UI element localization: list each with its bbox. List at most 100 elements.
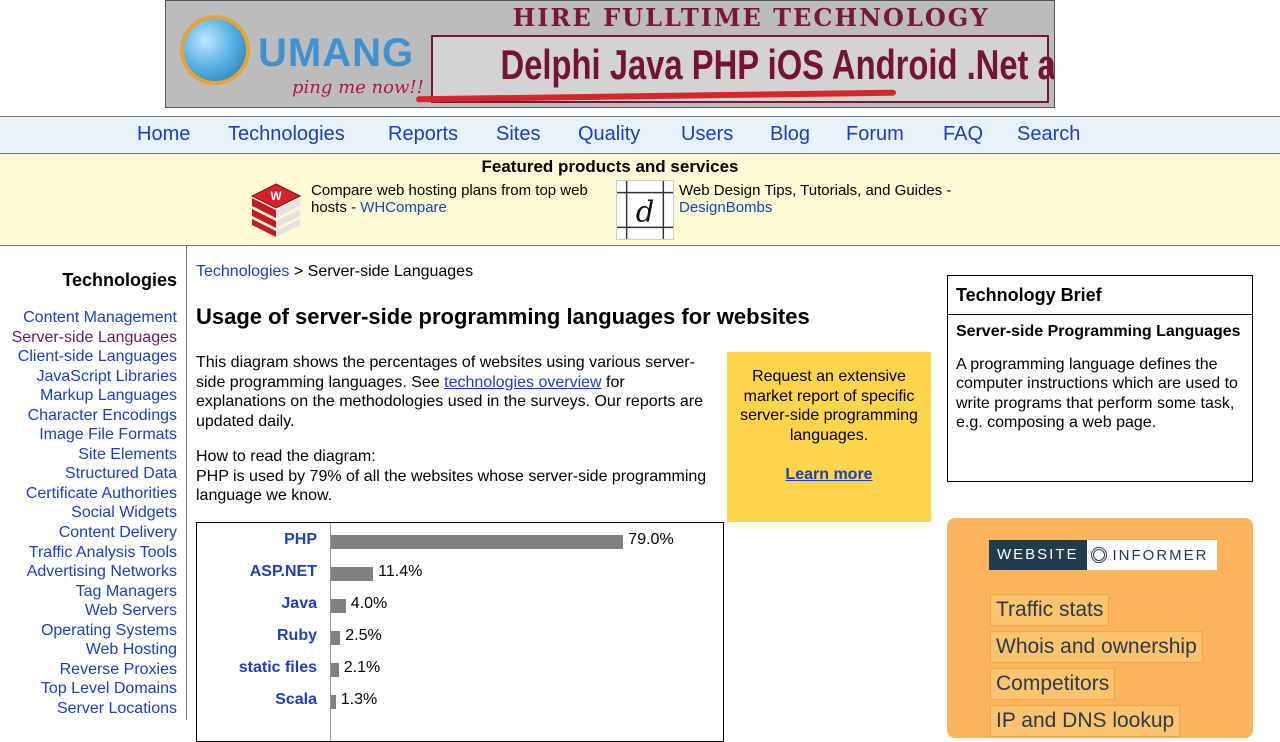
featured-item-whcompare: Compare web hosting plans from top web h… [311,182,601,216]
learn-more-link[interactable]: Learn more [737,465,921,485]
sidebar-link[interactable]: Social Widgets [71,504,177,521]
svg-text:W: W [270,189,282,203]
chart-category-label[interactable]: Java [281,595,317,613]
sidebar-item-social-widgets: Social Widgets [12,503,177,523]
chart-value-label: 79.0% [628,531,674,548]
sidebar-item-client-side-languages: Client-side Languages [12,347,177,367]
informer-competitors[interactable]: Competitors [990,668,1116,700]
sidebar-link[interactable]: Content Management [23,309,177,326]
chart-value-label: 2.1% [343,659,381,676]
sidebar-item-server-locations: Server Locations [12,699,177,719]
sidebar-link[interactable]: Web Hosting [86,641,177,658]
brief-title: Technology Brief [948,276,1252,315]
main-nav: Home Technologies Reports Sites Quality … [0,116,1280,154]
whcompare-link[interactable]: WHCompare [360,199,447,216]
sidebar-item-certificate-authorities: Certificate Authorities [12,484,177,504]
sidebar-item-operating-systems: Operating Systems [12,621,177,641]
chart-bar [331,599,346,613]
chart-category-label[interactable]: PHP [284,531,317,549]
nav-reports[interactable]: Reports [388,123,458,146]
nav-home[interactable]: Home [137,123,190,146]
sidebar-link[interactable]: Top Level Domains [41,680,177,697]
chart-value-label: 4.0% [350,595,388,612]
sidebar-link-active[interactable]: Server-side Languages [12,329,177,346]
technologies-overview-link[interactable]: technologies overview [444,374,601,391]
nav-quality[interactable]: Quality [578,123,640,146]
brief-text: A programming language defines the compu… [956,355,1238,432]
sidebar-link[interactable]: Web Servers [85,602,177,619]
sidebar-link[interactable]: Structured Data [65,465,177,482]
logo-left-text: WEBSITE [989,540,1087,570]
nav-sites[interactable]: Sites [496,123,540,146]
chart-category-label[interactable]: ASP.NET [250,563,317,581]
ad-banner[interactable]: UMANG ping me now!! HIRE FULLTIME TECHNO… [165,0,1055,108]
sidebar-link[interactable]: Content Delivery [59,524,177,541]
designbombs-link[interactable]: DesignBombs [679,199,772,216]
breadcrumb-current: Server-side Languages [307,263,474,280]
breadcrumb-technologies-link[interactable]: Technologies [196,263,289,280]
nav-blog[interactable]: Blog [770,123,810,146]
svg-text:d: d [636,195,655,229]
brief-subtitle: Server-side Programming Languages [956,323,1241,340]
nav-faq[interactable]: FAQ [943,123,983,146]
whcompare-stack-icon[interactable]: W [250,182,302,238]
sidebar-title: Technologies [62,270,177,290]
sidebar-item-reverse-proxies: Reverse Proxies [12,660,177,680]
sidebar-item-structured-data: Structured Data [12,464,177,484]
market-report-text: Request an extensive market report of sp… [740,368,918,444]
sidebar-link[interactable]: Character Encodings [28,407,177,424]
banner-technologies: Delphi Java PHP iOS Android .Net and mor… [500,41,1055,88]
technology-brief: Technology Brief Server-side Programming… [947,275,1253,482]
designbombs-d-icon[interactable]: d [616,180,674,240]
sidebar-link[interactable]: Certificate Authorities [26,485,177,502]
featured-item-text: Compare web hosting plans from top web h… [311,182,588,216]
chart-bar [331,567,374,581]
nav-users[interactable]: Users [681,123,733,146]
sidebar-link[interactable]: Tag Managers [76,583,177,600]
sidebar-link[interactable]: Site Elements [78,446,177,463]
chart-bar [331,535,624,549]
chart-bar [331,663,339,677]
chart-bar [331,631,341,645]
logo-right: INFORMER [1086,540,1217,570]
sidebar-item-javascript-libraries: JavaScript Libraries [12,367,178,387]
sidebar-link[interactable]: Reverse Proxies [60,661,177,678]
informer-ip-dns[interactable]: IP and DNS lookup [990,705,1181,737]
sidebar-link[interactable]: Markup Languages [40,387,177,404]
sidebar-link[interactable]: Operating Systems [41,622,177,639]
chart-row: Java 4.0% [197,589,723,621]
informer-traffic-stats[interactable]: Traffic stats [990,594,1110,626]
howto-paragraph: How to read the diagram: PHP is used by … [196,447,716,506]
sidebar-item-site-elements: Site Elements [12,445,177,465]
sidebar-link[interactable]: JavaScript Libraries [37,368,178,385]
chart-value-label: 2.5% [345,627,382,644]
informer-whois[interactable]: Whois and ownership [990,631,1203,663]
sidebar-item-web-servers: Web Servers [12,601,177,621]
featured-item-designbombs: Web Design Tips, Tutorials, and Guides -… [679,182,999,216]
sidebar-link[interactable]: Image File Formats [39,426,177,443]
globe-logo-icon [180,15,250,85]
sidebar-link[interactable]: Traffic Analysis Tools [29,544,177,561]
howto-text: PHP is used by 79% of all the websites w… [196,467,707,505]
sidebar-link[interactable]: Server Locations [57,700,177,717]
nav-forum[interactable]: Forum [846,123,904,146]
sidebar-item-server-side-languages: Server-side Languages [12,328,177,348]
sidebar-item-image-file-formats: Image File Formats [12,425,177,445]
page-title: Usage of server-side programming languag… [196,304,810,329]
nav-technologies[interactable]: Technologies [228,123,345,146]
sidebar-item-tag-managers: Tag Managers [12,582,177,602]
featured-item-text: Web Design Tips, Tutorials, and Guides - [679,182,952,199]
chart-category-label[interactable]: Scala [275,691,317,709]
chart-value-label: 11.4% [378,563,423,580]
chart-category-label[interactable]: static files [239,659,317,677]
chart-category-label[interactable]: Ruby [277,627,317,645]
sidebar-link[interactable]: Advertising Networks [27,563,177,580]
nav-search[interactable]: Search [1017,123,1080,146]
website-informer-logo[interactable]: WEBSITE INFORMER [989,540,1217,570]
sidebar-link[interactable]: Client-side Languages [18,348,177,365]
howto-heading: How to read the diagram: [196,448,376,465]
chart-row: PHP 79.0% [197,525,723,557]
market-report-box: Request an extensive market report of sp… [727,352,931,522]
sidebar-item-advertising-networks: Advertising Networks [12,562,177,582]
featured-section: Featured products and services W Compare… [0,154,1280,246]
